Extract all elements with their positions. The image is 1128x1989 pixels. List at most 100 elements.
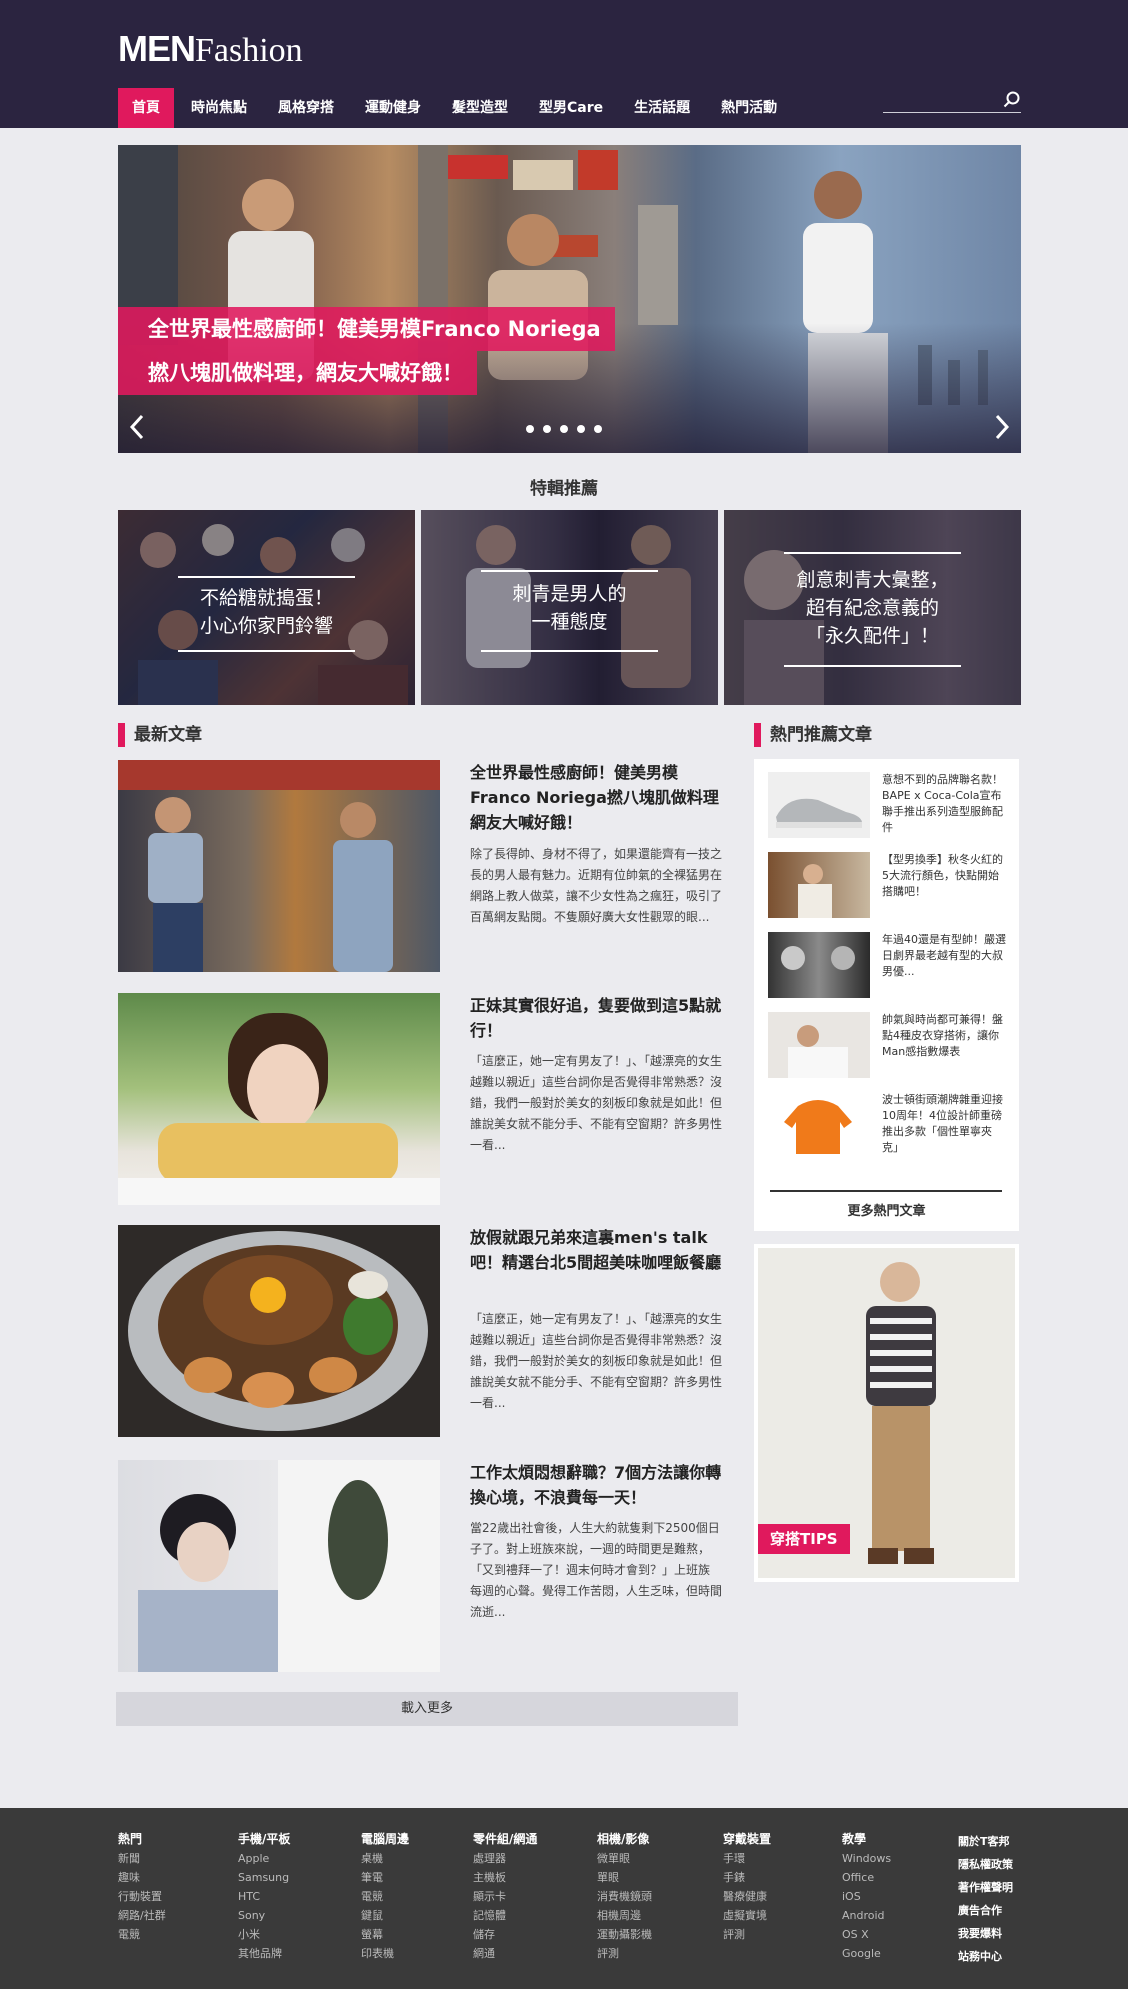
- footer-link[interactable]: Office: [842, 1868, 891, 1887]
- article-card-4[interactable]: 工作太煩悶想辭職？7個方法讓你轉換心境，不浪費每一天！ 當22歲出社會後，人生大…: [118, 1460, 740, 1672]
- footer-link[interactable]: 鍵鼠: [361, 1906, 409, 1925]
- hot-item-3[interactable]: 年過40還是有型帥！嚴選日劇界最老越有型的大叔男優...: [768, 932, 1008, 998]
- footer-heading[interactable]: 手機/平板: [238, 1830, 290, 1849]
- featured-card-1[interactable]: 不給糖就搗蛋！ 小心你家門鈴響: [118, 510, 415, 705]
- featured-card-2[interactable]: 刺青是男人的 一種態度: [421, 510, 718, 705]
- article-card-1[interactable]: 全世界最性感廚師！健美男模Franco Noriega撚八塊肌做料理網友大喊好餓…: [118, 760, 740, 972]
- hot-title-1[interactable]: 意想不到的品牌聯名款！BAPE x Coca-Cola宣布聯手推出系列造型服飾配…: [882, 772, 1008, 836]
- footer-link[interactable]: 網路/社群: [118, 1906, 166, 1925]
- footer-link[interactable]: HTC: [238, 1887, 290, 1906]
- footer-link[interactable]: 顯示卡: [473, 1887, 537, 1906]
- chevron-left-icon[interactable]: [126, 412, 150, 442]
- nav-item-care[interactable]: 型男Care: [525, 88, 617, 128]
- hot-thumb-4[interactable]: [768, 1012, 870, 1078]
- nav-item-fashion-focus[interactable]: 時尚焦點: [177, 88, 261, 128]
- hot-thumb-1[interactable]: [768, 772, 870, 838]
- nav-item-fitness[interactable]: 運動健身: [351, 88, 435, 128]
- footer-link[interactable]: 評測: [597, 1944, 652, 1963]
- footer-link[interactable]: 行動裝置: [118, 1887, 166, 1906]
- footer-link[interactable]: 醫療健康: [723, 1887, 771, 1906]
- footer-link[interactable]: 儲存: [473, 1925, 537, 1944]
- footer-link[interactable]: 記憶體: [473, 1906, 537, 1925]
- footer-copyright-link[interactable]: 著作權聲明: [958, 1876, 1013, 1899]
- nav-item-style[interactable]: 風格穿搭: [264, 88, 348, 128]
- hot-item-5[interactable]: 波士頓街頭潮牌雜重迎接10周年！4位設計師重磅推出多款「個性單寧夾克」: [768, 1092, 1008, 1158]
- footer-heading[interactable]: 熱門: [118, 1830, 166, 1849]
- footer-link[interactable]: Android: [842, 1906, 891, 1925]
- hot-title-2[interactable]: 【型男換季】秋冬火紅的5大流行顏色，快點開始搭購吧！: [882, 852, 1008, 900]
- featured-card-3[interactable]: 創意刺青大彙整， 超有紀念意義的 「永久配件」！: [724, 510, 1021, 705]
- hot-item-2[interactable]: 【型男換季】秋冬火紅的5大流行顏色，快點開始搭購吧！: [768, 852, 1008, 918]
- search-icon[interactable]: [1003, 91, 1021, 109]
- chevron-right-icon[interactable]: [989, 412, 1013, 442]
- footer-link[interactable]: 手錶: [723, 1868, 771, 1887]
- footer-link[interactable]: iOS: [842, 1887, 891, 1906]
- footer-link[interactable]: 桌機: [361, 1849, 409, 1868]
- footer-link[interactable]: 小米: [238, 1925, 290, 1944]
- footer-link[interactable]: 微單眼: [597, 1849, 652, 1868]
- slider-dot[interactable]: [577, 425, 585, 433]
- footer-link[interactable]: 網通: [473, 1944, 537, 1963]
- footer-link[interactable]: 其他品牌: [238, 1944, 290, 1963]
- hot-thumb-3[interactable]: [768, 932, 870, 998]
- footer-tips-link[interactable]: 我要爆料: [958, 1922, 1013, 1945]
- footer-heading[interactable]: 教學: [842, 1830, 891, 1849]
- style-tips-badge[interactable]: 穿搭TIPS: [758, 1524, 850, 1554]
- footer-link[interactable]: 電競: [361, 1887, 409, 1906]
- footer-link[interactable]: 單眼: [597, 1868, 652, 1887]
- nav-item-home[interactable]: 首頁: [118, 88, 174, 128]
- more-hot-articles-link[interactable]: 更多熱門文章: [754, 1200, 1019, 1219]
- hot-title-5[interactable]: 波士頓街頭潮牌雜重迎接10周年！4位設計師重磅推出多款「個性單寧夾克」: [882, 1092, 1008, 1156]
- article-card-2[interactable]: 正妹其實很好追，隻要做到這5點就行！ 「這麼正，她一定有男友了！」、「越漂亮的女…: [118, 993, 740, 1205]
- footer-link[interactable]: 運動攝影機: [597, 1925, 652, 1944]
- footer-link[interactable]: 處理器: [473, 1849, 537, 1868]
- footer-link[interactable]: 評測: [723, 1925, 771, 1944]
- footer-link[interactable]: 手環: [723, 1849, 771, 1868]
- article-image-4[interactable]: [118, 1460, 440, 1672]
- hot-item-1[interactable]: 意想不到的品牌聯名款！BAPE x Coca-Cola宣布聯手推出系列造型服飾配…: [768, 772, 1008, 838]
- hot-thumb-2[interactable]: [768, 852, 870, 918]
- article-title-4[interactable]: 工作太煩悶想辭職？7個方法讓你轉換心境，不浪費每一天！: [470, 1460, 730, 1510]
- hot-thumb-5[interactable]: [768, 1092, 870, 1158]
- hero-caption-line2[interactable]: 撚八塊肌做料理，網友大喊好餓！: [118, 351, 477, 395]
- footer-link[interactable]: Apple: [238, 1849, 290, 1868]
- hot-item-4[interactable]: 帥氣與時尚都可兼得！盤點4種皮衣穿搭術，讓你Man感指數爆表: [768, 1012, 1008, 1078]
- footer-link[interactable]: 新聞: [118, 1849, 166, 1868]
- footer-heading[interactable]: 穿戴裝置: [723, 1830, 771, 1849]
- footer-link[interactable]: Sony: [238, 1906, 290, 1925]
- nav-item-events[interactable]: 熱門活動: [707, 88, 791, 128]
- footer-link[interactable]: 主機板: [473, 1868, 537, 1887]
- nav-item-life[interactable]: 生活話題: [620, 88, 704, 128]
- style-tips-image[interactable]: 穿搭TIPS: [758, 1248, 1015, 1578]
- footer-support-link[interactable]: 站務中心: [958, 1945, 1013, 1968]
- footer-link[interactable]: Google: [842, 1944, 891, 1963]
- footer-heading[interactable]: 相機/影像: [597, 1830, 652, 1849]
- hot-title-3[interactable]: 年過40還是有型帥！嚴選日劇界最老越有型的大叔男優...: [882, 932, 1008, 980]
- footer-ads-link[interactable]: 廣告合作: [958, 1899, 1013, 1922]
- slider-dot[interactable]: [526, 425, 534, 433]
- article-title-3[interactable]: 放假就跟兄弟來這裏men's talk吧！精選台北5間超美味咖哩飯餐廳: [470, 1225, 730, 1275]
- article-image-3[interactable]: [118, 1225, 440, 1437]
- footer-about-link[interactable]: 關於T客邦: [958, 1830, 1013, 1853]
- hero-caption-line1[interactable]: 全世界最性感廚師！健美男模Franco Noriega: [118, 307, 615, 351]
- footer-privacy-link[interactable]: 隱私權政策: [958, 1853, 1013, 1876]
- article-image-1[interactable]: [118, 760, 440, 972]
- slider-dot[interactable]: [543, 425, 551, 433]
- hero-slider[interactable]: 全世界最性感廚師！健美男模Franco Noriega 撚八塊肌做料理，網友大喊…: [118, 145, 1021, 453]
- footer-link[interactable]: 趣味: [118, 1868, 166, 1887]
- style-tips-card[interactable]: 穿搭TIPS: [754, 1244, 1019, 1582]
- nav-item-hair[interactable]: 髮型造型: [438, 88, 522, 128]
- footer-link[interactable]: 電競: [118, 1925, 166, 1944]
- article-card-3[interactable]: 放假就跟兄弟來這裏men's talk吧！精選台北5間超美味咖哩飯餐廳 「這麼正…: [118, 1225, 740, 1437]
- footer-link[interactable]: 筆電: [361, 1868, 409, 1887]
- footer-link[interactable]: Windows: [842, 1849, 891, 1868]
- footer-link[interactable]: 相機周邊: [597, 1906, 652, 1925]
- footer-link[interactable]: OS X: [842, 1925, 891, 1944]
- footer-link[interactable]: 消費機鏡頭: [597, 1887, 652, 1906]
- footer-heading[interactable]: 電腦周邊: [361, 1830, 409, 1849]
- hot-title-4[interactable]: 帥氣與時尚都可兼得！盤點4種皮衣穿搭術，讓你Man感指數爆表: [882, 1012, 1008, 1060]
- footer-link[interactable]: Samsung: [238, 1868, 290, 1887]
- site-logo[interactable]: MENFashion: [118, 28, 303, 70]
- article-title-1[interactable]: 全世界最性感廚師！健美男模Franco Noriega撚八塊肌做料理網友大喊好餓…: [470, 760, 730, 835]
- footer-heading[interactable]: 零件組/網通: [473, 1830, 537, 1849]
